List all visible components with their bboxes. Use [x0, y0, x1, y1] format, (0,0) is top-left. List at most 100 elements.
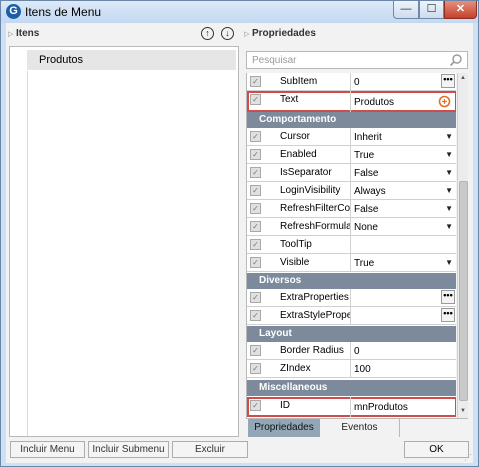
delete-button[interactable]: Excluir [172, 441, 248, 458]
collapse-icon[interactable]: ▷ [8, 30, 13, 38]
chevron-down-icon[interactable]: ▼ [445, 168, 453, 177]
property-value-select[interactable]: True ▼ [350, 146, 456, 164]
checkbox-icon[interactable]: ✓ [250, 345, 261, 356]
property-row-refreshformulas[interactable]: ✓ RefreshFormulas None ▼ [247, 218, 456, 236]
checkbox-icon[interactable]: ✓ [250, 149, 261, 160]
property-row-subitem[interactable]: ✓ SubItem 0 ••• [247, 73, 456, 91]
maximize-button[interactable]: ☐ [419, 1, 444, 19]
property-value-select[interactable]: Inherit ▼ [350, 128, 456, 146]
checkbox-icon[interactable]: ✓ [250, 310, 261, 321]
checkbox-icon[interactable]: ✓ [250, 131, 261, 142]
property-value: Inherit [354, 132, 382, 143]
property-label: Cursor [280, 131, 311, 142]
menu-items-window: G Itens de Menu — ☐ ✕ ▷ Itens ↑ ↓ Produt… [0, 0, 479, 467]
checkbox-icon[interactable]: ✓ [250, 185, 261, 196]
property-value-select[interactable]: True ▼ [350, 254, 456, 272]
checkbox-icon[interactable]: ✓ [250, 76, 261, 87]
property-label: RefreshFilterCom [280, 203, 350, 214]
property-grid: ✓ SubItem 0 ••• ✓ Text Produtos Comporta… [246, 73, 456, 418]
property-value-field[interactable]: 100 [350, 360, 456, 378]
property-value-field[interactable] [350, 236, 456, 254]
property-label: SubItem [280, 76, 318, 87]
checkbox-icon[interactable]: ✓ [250, 167, 261, 178]
chevron-down-icon[interactable]: ▼ [445, 258, 453, 267]
translate-icon[interactable] [438, 95, 451, 108]
checkbox-icon[interactable]: ✓ [250, 363, 261, 374]
property-search-input[interactable]: Pesquisar [246, 51, 468, 69]
property-row-tooltip[interactable]: ✓ ToolTip [247, 236, 456, 254]
scroll-down-icon[interactable]: ▼ [460, 408, 466, 414]
checkbox-icon[interactable]: ✓ [250, 292, 261, 303]
property-label: Border Radius [280, 345, 344, 356]
property-value: 100 [354, 364, 371, 375]
property-row-extraproperties[interactable]: ✓ ExtraProperties ••• [247, 289, 456, 307]
resize-grip-icon[interactable]: ⋰ [464, 453, 472, 462]
properties-panel-header: ▷ Propriedades [244, 27, 469, 43]
properties-tabs: Propriedades Eventos [246, 418, 468, 437]
property-value-select[interactable]: None ▼ [350, 218, 456, 236]
category-layout: Layout [247, 326, 456, 342]
property-value: 0 [354, 346, 360, 357]
tab-eventos[interactable]: Eventos [320, 419, 400, 437]
properties-panel-title: Propriedades [252, 28, 316, 39]
property-value-field[interactable]: Produtos [350, 91, 456, 112]
property-row-borderradius[interactable]: ✓ Border Radius 0 [247, 342, 456, 360]
minimize-button[interactable]: — [393, 1, 419, 19]
ellipsis-button[interactable]: ••• [441, 308, 455, 322]
scrollbar-thumb[interactable] [459, 181, 468, 401]
search-icon[interactable] [449, 53, 463, 67]
ellipsis-button[interactable]: ••• [441, 290, 455, 304]
ok-button[interactable]: OK [404, 441, 469, 458]
property-label: Text [280, 94, 299, 105]
property-value-select[interactable]: Always ▼ [350, 182, 456, 200]
property-value-field[interactable]: mnProdutos [350, 397, 456, 417]
property-label: ID [280, 400, 290, 411]
property-row-enabled[interactable]: ✓ Enabled True ▼ [247, 146, 456, 164]
property-row-zindex[interactable]: ✓ ZIndex 100 [247, 360, 456, 378]
property-value-field[interactable]: ••• [350, 289, 456, 307]
category-miscellaneous: Miscellaneous [247, 380, 456, 396]
checkbox-icon[interactable]: ✓ [250, 203, 261, 214]
property-value-select[interactable]: False ▼ [350, 164, 456, 182]
move-up-button[interactable]: ↑ [201, 27, 214, 40]
checkbox-icon[interactable]: ✓ [250, 239, 261, 250]
property-label: ZIndex [280, 363, 311, 374]
chevron-down-icon[interactable]: ▼ [445, 222, 453, 231]
title-bar[interactable]: G Itens de Menu — ☐ ✕ [1, 1, 478, 23]
property-row-visible[interactable]: ✓ Visible True ▼ [247, 254, 456, 272]
collapse-icon[interactable]: ▷ [244, 30, 249, 38]
checkbox-icon[interactable]: ✓ [250, 400, 261, 411]
close-button[interactable]: ✕ [444, 1, 477, 19]
move-down-button[interactable]: ↓ [221, 27, 234, 40]
property-row-text[interactable]: ✓ Text Produtos [247, 91, 456, 112]
items-panel-header: ▷ Itens ↑ ↓ [8, 27, 238, 43]
checkbox-icon[interactable]: ✓ [250, 221, 261, 232]
checkbox-icon[interactable]: ✓ [250, 257, 261, 268]
property-label: RefreshFormulas [280, 221, 350, 232]
property-value: False [354, 204, 379, 215]
chevron-down-icon[interactable]: ▼ [445, 204, 453, 213]
include-submenu-button[interactable]: Incluir Submenu [88, 441, 169, 458]
ellipsis-button[interactable]: ••• [441, 74, 455, 88]
property-label: LoginVisibility [280, 185, 341, 196]
property-row-isseparator[interactable]: ✓ IsSeparator False ▼ [247, 164, 456, 182]
property-value-field[interactable]: ••• [350, 307, 456, 325]
tab-propriedades[interactable]: Propriedades [248, 419, 320, 437]
tree-item-produtos[interactable]: Produtos [27, 50, 236, 70]
property-value-field[interactable]: 0 [350, 342, 456, 360]
chevron-down-icon[interactable]: ▼ [445, 150, 453, 159]
include-menu-button[interactable]: Incluir Menu [10, 441, 85, 458]
property-row-extrastyleproper[interactable]: ✓ ExtraStyleProper ••• [247, 307, 456, 325]
chevron-down-icon[interactable]: ▼ [445, 132, 453, 141]
chevron-down-icon[interactable]: ▼ [445, 186, 453, 195]
property-row-loginvisibility[interactable]: ✓ LoginVisibility Always ▼ [247, 182, 456, 200]
property-grid-scrollbar[interactable]: ▲ ▼ [457, 73, 468, 418]
property-value: False [354, 168, 379, 179]
property-row-id[interactable]: ✓ ID mnProdutos [247, 397, 456, 417]
property-value-select[interactable]: False ▼ [350, 200, 456, 218]
scroll-up-icon[interactable]: ▲ [460, 75, 466, 81]
property-value-field[interactable]: 0 ••• [350, 73, 456, 91]
property-row-refreshfiltercom[interactable]: ✓ RefreshFilterCom False ▼ [247, 200, 456, 218]
property-row-cursor[interactable]: ✓ Cursor Inherit ▼ [247, 128, 456, 146]
checkbox-icon[interactable]: ✓ [250, 94, 261, 105]
